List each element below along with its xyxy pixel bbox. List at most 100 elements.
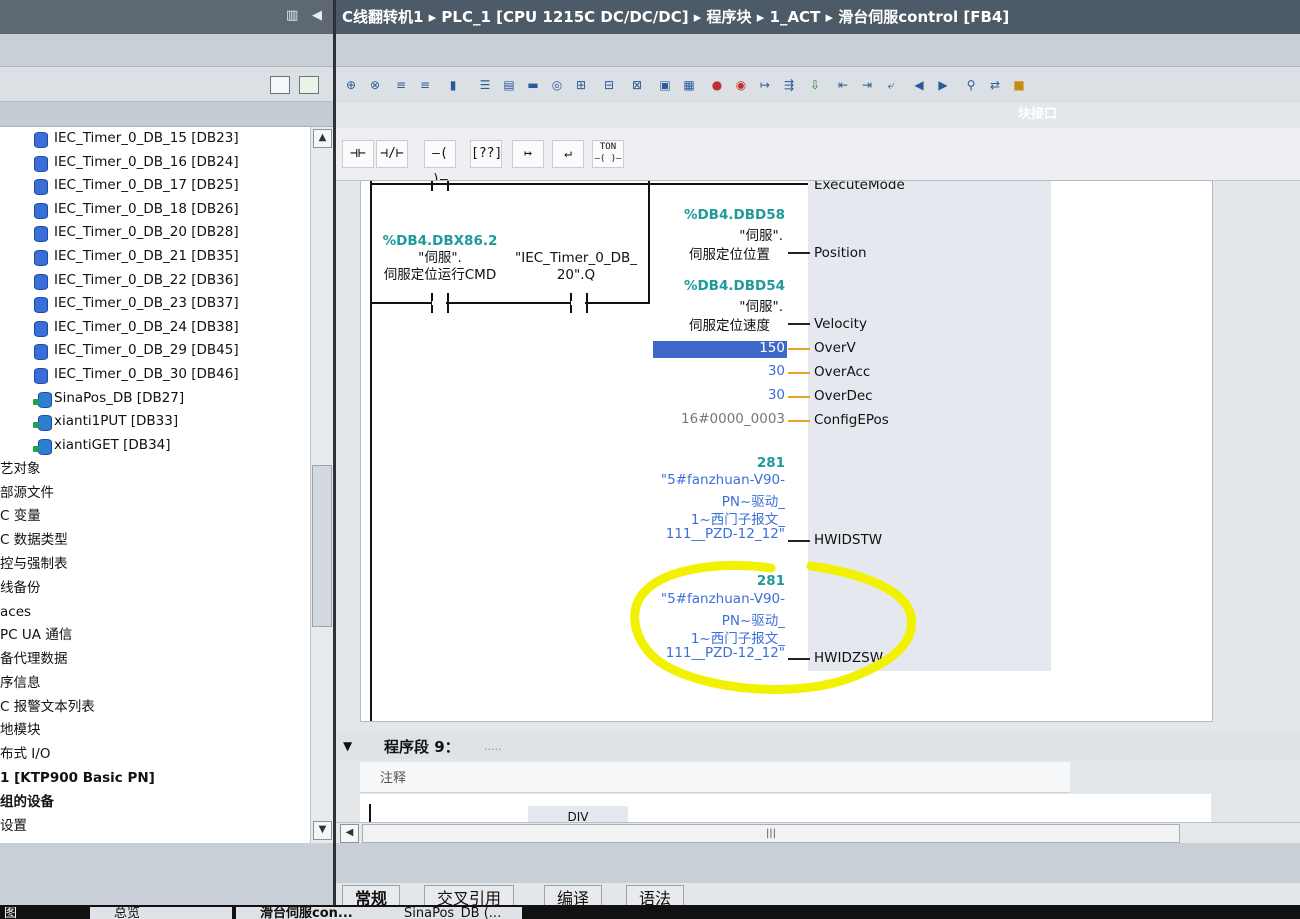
align-left-icon[interactable]: ☰ bbox=[476, 77, 494, 93]
tree-device-label: 设置 bbox=[0, 818, 27, 834]
call-hierarchy-icon[interactable]: ⇶ bbox=[780, 77, 798, 93]
coil-button[interactable]: –( )– bbox=[424, 140, 456, 187]
db-icon bbox=[34, 179, 48, 195]
hwidstw-tag-line4[interactable]: 111__PZD-12_12" bbox=[666, 526, 785, 542]
zoom-out-icon[interactable]: ⊟ bbox=[600, 77, 618, 93]
project-tree-strip bbox=[0, 34, 333, 67]
collapse-network-icon[interactable]: ▼ bbox=[343, 739, 352, 753]
insert-row-icon[interactable]: ≡ bbox=[392, 77, 410, 93]
collapse-arrow-icon[interactable]: ◀ bbox=[312, 8, 322, 23]
configepos-value[interactable]: 16#0000_0003 bbox=[681, 411, 785, 427]
tree-item-label: xianti1PUT [DB33] bbox=[54, 413, 179, 429]
hscroll-thumb[interactable]: ||| bbox=[362, 824, 1180, 843]
hwidstw-tag-line1[interactable]: "5#fanzhuan-V90- bbox=[661, 472, 785, 488]
pin-wire bbox=[788, 372, 810, 374]
export-icon[interactable] bbox=[299, 76, 319, 94]
pin-overv: OverV bbox=[814, 340, 856, 356]
close-all-icon[interactable]: ▬ bbox=[524, 77, 542, 93]
scroll-up-icon[interactable]: ▲ bbox=[313, 129, 332, 148]
tree-item-label: SinaPos_DB [DB27] bbox=[54, 390, 185, 406]
absolute-address-icon[interactable]: ▦ bbox=[680, 77, 698, 93]
share-icon[interactable]: ⚲ bbox=[962, 77, 980, 93]
global-db-icon bbox=[33, 392, 52, 408]
go-to-icon[interactable]: ↦ bbox=[756, 77, 774, 93]
insert-network-icon[interactable]: ⊕ bbox=[342, 77, 360, 93]
tree-folder-label: PC UA 通信 bbox=[0, 627, 73, 643]
project-tree-panel: ▥ ◀ IEC_Timer_0_DB_15 [DB23] IEC_Timer_0… bbox=[0, 0, 333, 919]
tree-scroll-thumb[interactable] bbox=[312, 465, 332, 627]
taskbar-sinapos-db[interactable]: SinaPos_DB (... bbox=[380, 907, 522, 919]
power-rail bbox=[370, 181, 372, 721]
ton-label: TON bbox=[599, 142, 617, 152]
scroll-left-icon[interactable]: ◀ bbox=[340, 824, 359, 843]
ton-timer-button[interactable]: TON –( )– bbox=[592, 140, 624, 168]
zoom-fit-icon[interactable]: ⊠ bbox=[628, 77, 646, 93]
empty-box-button[interactable]: [??] bbox=[470, 140, 502, 168]
tree-folder-label: 控与强制表 bbox=[0, 556, 68, 572]
db-icon bbox=[34, 226, 48, 242]
next-error-icon[interactable]: ▶ bbox=[934, 77, 952, 93]
hwidstw-tag-line2[interactable]: PN~驱动_ bbox=[722, 490, 785, 510]
pin-wire bbox=[788, 540, 810, 542]
comment-icon[interactable]: ◎ bbox=[548, 77, 566, 93]
close-branch-button[interactable]: ↵ bbox=[552, 140, 584, 168]
block-interface-label[interactable]: 块接口 bbox=[1018, 103, 1057, 122]
details-view-icon[interactable] bbox=[270, 76, 290, 94]
network-9-title-placeholder[interactable]: ..... bbox=[484, 740, 501, 753]
scroll-down-icon[interactable]: ▼ bbox=[313, 821, 332, 840]
pin-overacc: OverAcc bbox=[814, 364, 871, 380]
breakpoint-icon[interactable]: ● bbox=[708, 77, 726, 93]
tree-item-label: IEC_Timer_0_DB_30 [DB46] bbox=[54, 366, 239, 382]
download-icon[interactable]: ⇩ bbox=[806, 77, 824, 93]
tree-folder-label: 布式 I/O bbox=[0, 746, 51, 762]
project-tree-header bbox=[0, 102, 333, 127]
zoom-in-icon[interactable]: ⊞ bbox=[572, 77, 590, 93]
position-address: %DB4.DBD58 bbox=[683, 207, 785, 223]
highlight-stroke bbox=[630, 560, 917, 694]
overacc-value[interactable]: 30 bbox=[768, 363, 785, 379]
tree-item-label: IEC_Timer_0_DB_16 [DB24] bbox=[54, 154, 239, 170]
outdent-icon[interactable]: ⇥ bbox=[858, 77, 876, 93]
clear-breakpoint-icon[interactable]: ◉ bbox=[732, 77, 750, 93]
open-branch-button[interactable]: ↦ bbox=[512, 140, 544, 168]
network-9-header[interactable]: ▼ 程序段 9： ..... bbox=[336, 733, 1300, 759]
project-tree: IEC_Timer_0_DB_15 [DB23] IEC_Timer_0_DB_… bbox=[0, 127, 310, 843]
hwidstw-tag-line3[interactable]: 1~西门子报文_ bbox=[691, 508, 785, 528]
db-icon bbox=[34, 321, 48, 337]
comment-label: 注释 bbox=[380, 771, 407, 786]
nc-contact-button[interactable]: ⊣/⊢ bbox=[376, 140, 408, 168]
taskbar-portal[interactable]: 图 bbox=[0, 907, 64, 919]
lock-icon[interactable]: ■ bbox=[1010, 77, 1028, 93]
highlight-annotation bbox=[630, 560, 917, 694]
tree-item-label: IEC_Timer_0_DB_23 [DB37] bbox=[54, 295, 239, 311]
db-icon bbox=[34, 344, 48, 360]
tree-item-label: IEC_Timer_0_DB_29 [DB45] bbox=[54, 342, 239, 358]
tree-item-label: IEC_Timer_0_DB_21 [DB35] bbox=[54, 248, 239, 264]
tree-folder-label: aces bbox=[0, 604, 32, 620]
no-contact-button[interactable]: ⊣⊢ bbox=[342, 140, 374, 168]
split-view-icon[interactable]: ▥ bbox=[286, 8, 298, 23]
indent-icon[interactable]: ⇤ bbox=[834, 77, 852, 93]
contact1-tag-line1: "伺服". bbox=[418, 250, 462, 266]
favorites-icon[interactable]: ▣ bbox=[656, 77, 674, 93]
branch-bottom-wire bbox=[370, 302, 650, 304]
overv-value[interactable]: 150 bbox=[759, 340, 785, 356]
monitor-icon[interactable]: ▮ bbox=[444, 77, 462, 93]
open-all-icon[interactable]: ▤ bbox=[500, 77, 518, 93]
prev-error-icon[interactable]: ◀ bbox=[910, 77, 928, 93]
contact-bar bbox=[447, 181, 449, 191]
taskbar-fb-editor[interactable]: 滑台伺服con... bbox=[236, 907, 380, 919]
compare-icon[interactable]: ⇄ bbox=[986, 77, 1004, 93]
program-editor: C线翻转机1 ▸ PLC_1 [CPU 1215C DC/DC/DC] ▸ 程序… bbox=[336, 0, 1300, 919]
editor-hscrollbar[interactable]: ◀ ||| bbox=[336, 822, 1300, 843]
tree-device-label: 1 [KTP900 Basic PN] bbox=[0, 770, 155, 786]
wrap-icon[interactable]: ⤶ bbox=[882, 77, 900, 93]
contact2-tag-line2: 20".Q bbox=[556, 267, 596, 283]
editor-toolbar: ⊕ ⊗ ≡ ≡ ▮ ☰ ▤ ▬ ◎ ⊞ ⊟ ⊠ ▣ ▦ ● ◉ ↦ ⇶ ⇩ ⇤ … bbox=[336, 67, 1300, 103]
overdec-value[interactable]: 30 bbox=[768, 387, 785, 403]
db-icon bbox=[34, 156, 48, 172]
taskbar-overview[interactable]: 总览 bbox=[90, 907, 232, 919]
network-9-comment[interactable]: 注释 bbox=[360, 762, 1070, 793]
delete-network-icon[interactable]: ⊗ bbox=[366, 77, 384, 93]
append-row-icon[interactable]: ≡ bbox=[416, 77, 434, 93]
